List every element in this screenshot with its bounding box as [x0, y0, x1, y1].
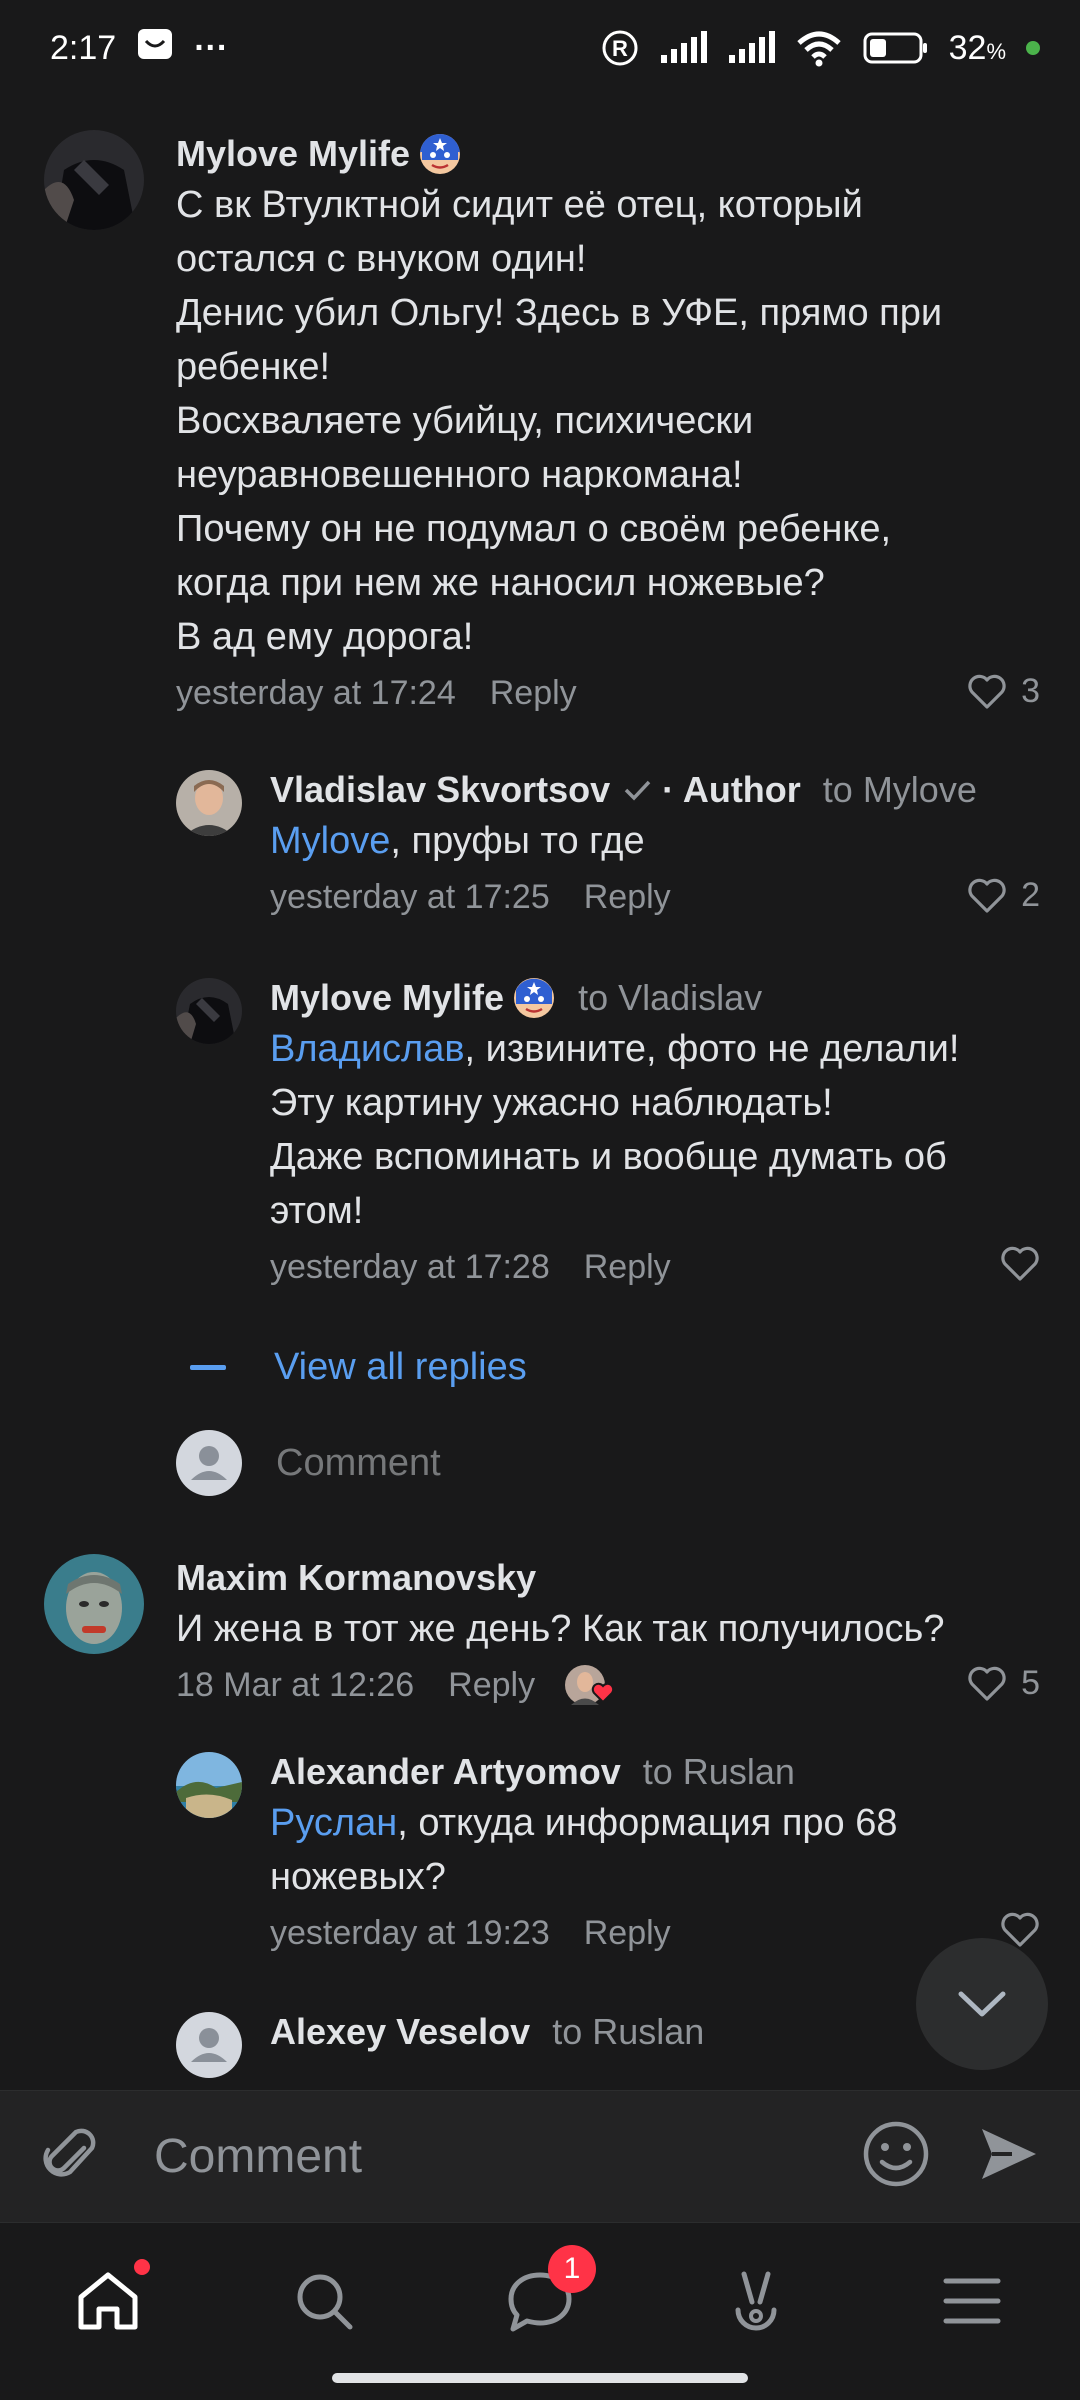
- heart-icon: [968, 1666, 1006, 1701]
- notification-icon: [136, 27, 174, 70]
- like-button[interactable]: 3: [967, 672, 1040, 711]
- comment-time: yesterday at 17:25: [270, 877, 550, 916]
- comment-author[interactable]: Mylove Mylife: [270, 974, 504, 1022]
- author-badge: · Author: [662, 769, 801, 810]
- attach-icon[interactable]: [40, 2122, 100, 2191]
- comment-author[interactable]: Maxim Kormanovsky: [176, 1554, 536, 1602]
- bottom-tab-bar: 1: [0, 2222, 1080, 2400]
- avatar[interactable]: [44, 130, 144, 230]
- heart-icon: [968, 878, 1006, 913]
- comment-input[interactable]: Comment: [154, 2129, 862, 2184]
- battery-level: 32: [948, 28, 987, 67]
- comment-time: yesterday at 19:23: [270, 1913, 550, 1952]
- avatar[interactable]: [176, 770, 242, 836]
- tab-clips[interactable]: [716, 2261, 796, 2341]
- clock: 2:17: [50, 28, 117, 67]
- collapse-dash-icon: [190, 1365, 226, 1370]
- scroll-down-button[interactable]: [916, 1938, 1048, 2070]
- like-button[interactable]: [1000, 1246, 1040, 1282]
- battery-icon: [863, 31, 929, 65]
- verified-icon: [622, 776, 652, 804]
- like-count: 5: [1021, 1664, 1040, 1702]
- view-all-replies-button[interactable]: View all replies: [190, 1346, 527, 1389]
- clips-icon: [735, 2271, 777, 2331]
- wifi-icon: [795, 29, 843, 67]
- avatar[interactable]: [44, 1554, 144, 1654]
- reply-target[interactable]: to Ruslan: [643, 1748, 795, 1796]
- like-count: 2: [1021, 876, 1040, 914]
- svg-text:R: R: [612, 36, 628, 61]
- registered-icon: R: [601, 29, 639, 67]
- comment-composer: Comment: [0, 2090, 1080, 2222]
- comment-time: yesterday at 17:24: [176, 673, 456, 712]
- reply-comment-prompt[interactable]: Comment: [176, 1430, 441, 1496]
- comments-feed[interactable]: Mylove Mylife С вк Втулктной сидит её от…: [0, 96, 1080, 2090]
- hamburger-menu-icon: [943, 2278, 1001, 2324]
- reply-target[interactable]: to Vladislav: [578, 974, 762, 1022]
- reply-button[interactable]: Reply: [584, 1248, 671, 1287]
- captain-america-emoji-icon: [512, 976, 556, 1020]
- home-icon: [78, 2272, 138, 2330]
- heart-icon: [968, 674, 1006, 709]
- reply-button[interactable]: Reply: [490, 674, 577, 713]
- tab-messages[interactable]: 1: [500, 2245, 596, 2341]
- emoji-icon[interactable]: [862, 2120, 930, 2193]
- comment-time: yesterday at 17:28: [270, 1247, 550, 1286]
- view-all-replies-label: View all replies: [274, 1346, 527, 1388]
- home-notification-dot: [134, 2259, 150, 2275]
- signal-icon-2: [727, 31, 775, 65]
- send-icon[interactable]: [978, 2125, 1040, 2188]
- reply-target[interactable]: to Ruslan: [552, 2008, 704, 2056]
- comment-text: С вк Втулктной сидит её отец, который ос…: [176, 184, 943, 658]
- tab-menu[interactable]: [932, 2261, 1012, 2341]
- comment-author[interactable]: Alexander Artyomov: [270, 1748, 621, 1796]
- avatar[interactable]: [176, 978, 242, 1044]
- like-count: 3: [1021, 672, 1040, 710]
- author-liked-indicator: [563, 1662, 619, 1708]
- home-indicator[interactable]: [332, 2373, 748, 2383]
- comment-author[interactable]: Mylove Mylife: [176, 130, 410, 178]
- like-button[interactable]: 2: [967, 876, 1040, 915]
- reply-button[interactable]: Reply: [584, 1914, 671, 1953]
- tab-home[interactable]: [68, 2259, 150, 2341]
- messages-badge: 1: [548, 2245, 596, 2293]
- comment-author[interactable]: Vladislav Skvortsov: [270, 766, 610, 814]
- battery-unit: %: [986, 38, 1006, 64]
- avatar[interactable]: [176, 1752, 242, 1818]
- search-icon: [297, 2274, 353, 2330]
- reply-target[interactable]: to Mylove: [823, 766, 977, 814]
- tab-search[interactable]: [284, 2261, 364, 2341]
- comment-text: , пруфы то где: [390, 820, 645, 862]
- signal-icon: [659, 31, 707, 65]
- captain-america-emoji-icon: [418, 132, 462, 176]
- reply-button[interactable]: Reply: [448, 1666, 535, 1705]
- reply-button[interactable]: Reply: [584, 878, 671, 917]
- privacy-indicator: [1026, 41, 1040, 55]
- user-avatar-placeholder-icon: [176, 1430, 242, 1496]
- comment-prompt-placeholder: Comment: [276, 1441, 441, 1484]
- chevron-down-icon: [958, 1991, 1006, 2017]
- comment-text: И жена в тот же день? Как так получилось…: [176, 1608, 945, 1650]
- mention-link[interactable]: Руслан: [270, 1802, 397, 1844]
- more-notifications-icon: ···: [194, 28, 229, 67]
- comment-author[interactable]: Alexey Veselov: [270, 2008, 530, 2056]
- mention-link[interactable]: Владислав: [270, 1028, 465, 1070]
- status-bar: 2:17 ··· R 32 %: [0, 0, 1080, 96]
- like-button[interactable]: 5: [967, 1664, 1040, 1703]
- avatar[interactable]: [176, 2012, 242, 2078]
- heart-icon: [1001, 1246, 1039, 1281]
- mention-link[interactable]: Mylove: [270, 820, 390, 862]
- comment-time: 18 Mar at 12:26: [176, 1665, 415, 1704]
